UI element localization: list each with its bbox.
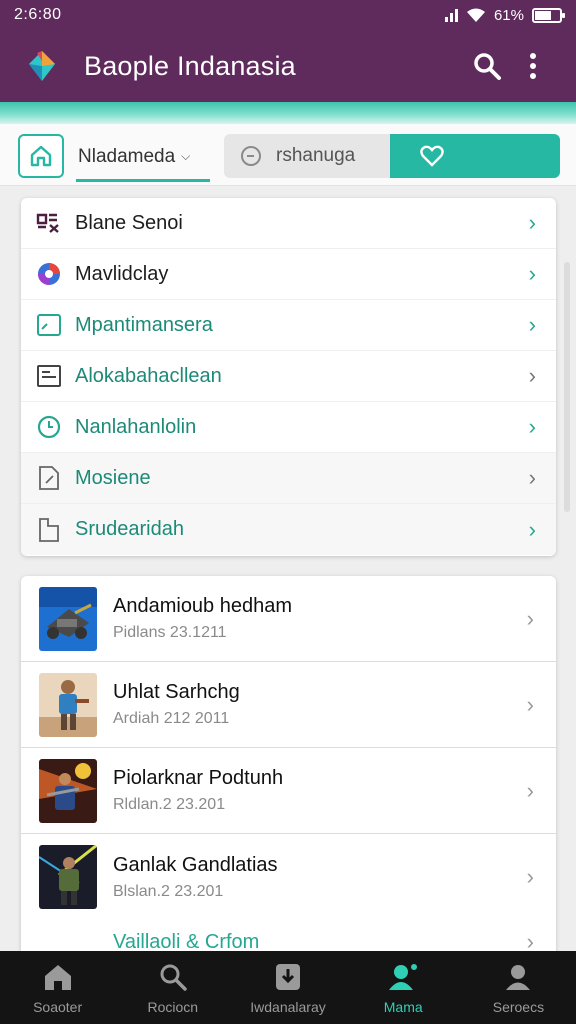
app-name: Piolarknar Podtunh	[113, 767, 284, 789]
category-item[interactable]: Nanlahanlolin ›	[21, 402, 556, 453]
nav-item-home[interactable]: Soaoter	[0, 951, 115, 1024]
list-box-icon	[35, 362, 63, 390]
colorful-circle-icon	[35, 260, 63, 288]
dropdown-label: Nladameda	[78, 145, 176, 167]
nav-item-downloads[interactable]: Iwdanalaray	[230, 951, 345, 1024]
scrollbar[interactable]	[564, 262, 570, 512]
header-accent-strip	[0, 102, 576, 124]
person-icon	[504, 961, 532, 993]
app-name: Uhlat Sarhchg	[113, 681, 240, 703]
chevron-right-icon: ›	[528, 261, 536, 286]
chevron-right-icon: ›	[528, 414, 536, 439]
app-list-item[interactable]: Uhlat Sarhchg Ardiah 212 2011 ›	[21, 662, 556, 748]
app-list-item[interactable]: Andamioub hedham Pidlans 23.1211 ›	[21, 576, 556, 662]
category-item[interactable]: Mpantimansera ›	[21, 300, 556, 351]
app-name: Andamioub hedham	[113, 595, 293, 617]
download-icon	[274, 961, 302, 993]
bottom-nav: Soaoter Rociocn Iwdanalaray Mama Seroecs	[0, 951, 576, 1024]
app-thumbnail	[39, 586, 97, 651]
category-item[interactable]: Mosiene ›	[21, 453, 556, 504]
battery-percent: 61%	[493, 6, 524, 24]
nav-label: Seroecs	[492, 998, 545, 1015]
nav-label: Iwdanalaray	[250, 998, 326, 1015]
chevron-right-icon: ›	[528, 210, 536, 235]
more-vert-icon	[530, 53, 536, 79]
app-thumbnail	[39, 758, 97, 823]
search-field[interactable]	[224, 134, 392, 178]
nav-label: Rociocn	[147, 998, 199, 1015]
chevron-right-icon: ›	[526, 864, 534, 889]
category-list: Blane Senoi › Mavlidclay › Mpantimansera…	[21, 198, 556, 556]
chevron-down-icon: ⌵	[181, 149, 191, 163]
status-indicators: 61%	[444, 6, 565, 24]
filter-row: Nladameda ⌵	[0, 124, 576, 186]
clock-circle-icon	[35, 413, 63, 441]
app-bar: Baople Indanasia	[0, 30, 576, 102]
heart-icon	[420, 145, 444, 167]
profile-badge-icon	[387, 961, 419, 993]
chevron-right-icon: ›	[526, 691, 534, 717]
nav-item-account[interactable]: Seroecs	[461, 951, 576, 1024]
app-name: Ganlak Gandlatias	[113, 853, 278, 876]
home-button[interactable]	[18, 134, 64, 178]
category-item[interactable]: Blane Senoi ›	[21, 198, 556, 249]
app-list: Andamioub hedham Pidlans 23.1211 › Uhlat…	[21, 576, 556, 956]
app-list-item[interactable]: Piolarknar Podtunh Rldlan.2 23.201 ›	[21, 748, 556, 834]
category-label: Mavlidclay	[75, 262, 169, 285]
app-meta: Rldlan.2 23.201	[113, 796, 226, 813]
search-icon	[474, 53, 501, 80]
nav-item-profile-active[interactable]: Mama	[346, 951, 461, 1024]
category-label: Nanlahanlolin	[75, 415, 197, 438]
chevron-right-icon: ›	[526, 777, 534, 803]
category-label: Blane Senoi	[75, 211, 183, 234]
chevron-right-icon: ›	[526, 605, 534, 631]
category-item[interactable]: Mavlidclay ›	[21, 249, 556, 300]
nav-item-search[interactable]: Rociocn	[115, 951, 230, 1024]
document-icon	[35, 464, 63, 492]
category-item[interactable]: Alokabahacllean ›	[21, 351, 556, 402]
overflow-menu-button[interactable]	[510, 43, 556, 89]
chevron-right-icon: ›	[528, 516, 536, 542]
app-meta: Pidlans 23.1211	[113, 624, 227, 641]
chart-icon	[35, 311, 63, 339]
category-label: Srudearidah	[75, 518, 184, 540]
search-icon	[159, 961, 187, 993]
signal-icon	[444, 8, 458, 22]
nav-label: Soaoter	[33, 998, 83, 1015]
search-input[interactable]	[276, 145, 386, 167]
status-time: 2:6:80	[14, 6, 62, 23]
grid-sparkle-icon	[35, 209, 63, 237]
app-list-item[interactable]: Ganlak Gandlatias Blslan.2 23.201 ›	[21, 834, 556, 920]
app-title: Baople Indanasia	[84, 50, 296, 81]
nav-label: Mama	[383, 998, 423, 1015]
chevron-right-icon: ›	[528, 363, 536, 388]
battery-icon	[532, 7, 565, 23]
favorites-button[interactable]	[390, 134, 560, 178]
category-dropdown[interactable]: Nladameda ⌵	[76, 134, 210, 182]
chevron-right-icon: ›	[528, 465, 536, 490]
clock-icon	[241, 146, 261, 166]
app-meta: Blslan.2 23.201	[113, 882, 224, 900]
app-meta: Ardiah 212 2011	[113, 710, 230, 727]
app-thumbnail	[39, 672, 97, 737]
home-icon	[30, 145, 52, 167]
category-label: Mosiene	[75, 466, 151, 489]
home-icon	[43, 961, 73, 993]
category-item[interactable]: Srudearidah ›	[21, 504, 556, 555]
status-bar: 2:6:80 61%	[0, 0, 576, 30]
app-thumbnail	[39, 845, 97, 909]
app-logo-icon	[22, 46, 62, 86]
category-label: Mpantimansera	[75, 313, 213, 336]
category-label: Alokabahacllean	[75, 364, 222, 387]
search-button[interactable]	[464, 43, 510, 89]
file-icon	[35, 516, 63, 544]
wifi-icon	[466, 8, 485, 22]
chevron-right-icon: ›	[528, 312, 536, 337]
